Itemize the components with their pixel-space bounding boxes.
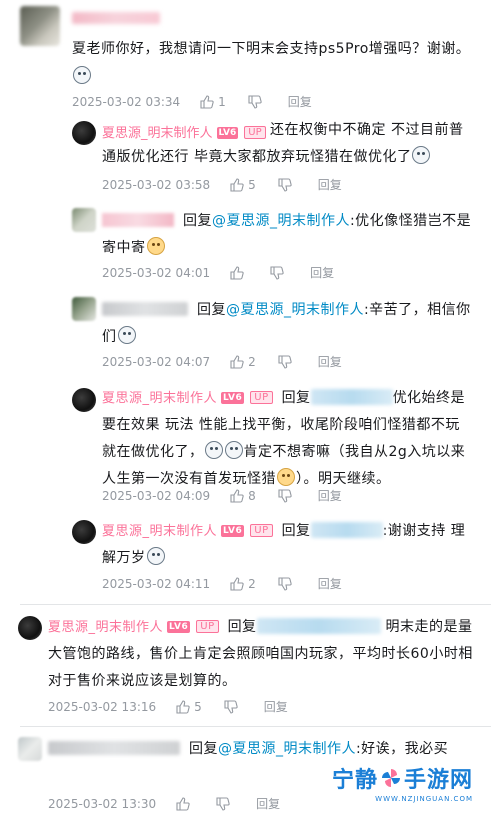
- level-badge: LV6: [221, 392, 245, 404]
- reply-meta: 2025-03-02 03:58 5 回复: [102, 176, 342, 193]
- reply-button[interactable]: 回复: [288, 93, 312, 110]
- reply-avatar[interactable]: [72, 520, 96, 544]
- thumb-down-icon: [248, 94, 262, 109]
- thumb-down-icon: [270, 265, 284, 280]
- reply-button[interactable]: 回复: [264, 698, 288, 715]
- thumb-down-icon: [278, 177, 292, 192]
- like-count: 1: [218, 94, 226, 109]
- emoji-icon: [146, 237, 165, 255]
- reply-meta: 2025-03-02 04:01 回复: [102, 264, 335, 281]
- up-badge: UP: [250, 524, 273, 537]
- username-redacted[interactable]: [256, 618, 381, 634]
- thumb-down-icon: [278, 354, 292, 369]
- emoji-icon: [204, 441, 223, 459]
- comment-meta: 2025-03-02 03:34 1 回复: [72, 93, 312, 110]
- comment-meta: 2025-03-02 13:16 5 回复: [48, 698, 288, 715]
- reply-avatar[interactable]: [18, 737, 42, 761]
- watermark-title: 宁静 手游网: [331, 768, 473, 793]
- reply-text: 夏思源_明末制作人 LV6 UP 回复 优化始终是要在效果 玩法 性能上找平衡，收尾阶…: [102, 389, 466, 487]
- like-button[interactable]: 5: [230, 178, 256, 192]
- watermark-url: WWW.NZJINGUAN.COM: [375, 795, 473, 803]
- username-redacted[interactable]: [310, 522, 383, 538]
- username-redacted[interactable]: [310, 389, 393, 405]
- thumb-up-icon: [230, 177, 244, 192]
- username-redacted[interactable]: [72, 12, 160, 24]
- reply-avatar[interactable]: [18, 616, 42, 640]
- comment-text: 回复@夏思源_明末制作人:好诶，我必买: [48, 736, 468, 763]
- comment-text: 夏老师你好，我想请问一下明末会支持ps5Pro增强吗？谢谢。: [72, 41, 471, 57]
- reply-button[interactable]: 回复: [318, 487, 342, 504]
- username-redacted[interactable]: [102, 213, 174, 227]
- dislike-button[interactable]: [278, 354, 296, 369]
- emoji-icon: [117, 326, 136, 344]
- emoji-icon: [73, 66, 91, 84]
- mention-link[interactable]: @夏思源_明末制作人: [226, 302, 364, 318]
- up-badge: UP: [250, 391, 273, 404]
- reply-meta: 2025-03-02 04:11 2 回复: [102, 575, 342, 592]
- emoji-icon: [412, 146, 431, 164]
- reply-avatar[interactable]: [72, 208, 96, 232]
- comment-time: 2025-03-02 03:34: [72, 94, 181, 109]
- emoji-icon: [277, 468, 295, 486]
- like-button[interactable]: 2: [230, 355, 256, 369]
- thumb-up-icon: [176, 699, 190, 714]
- like-button[interactable]: 5: [176, 700, 202, 714]
- like-button[interactable]: 2: [230, 577, 256, 591]
- reply-avatar[interactable]: [72, 388, 96, 412]
- emoji-icon: [224, 441, 243, 459]
- thumb-up-icon: [230, 354, 244, 369]
- reply-meta: 2025-03-02 04:09 8 回复: [102, 487, 342, 504]
- dislike-button[interactable]: [278, 576, 296, 591]
- like-button[interactable]: 8: [230, 489, 256, 503]
- emoji-icon: [146, 547, 165, 565]
- comment-text: 夏思源_明末制作人 LV6 UP 回复 明末走的是量大管饱的路线，售价上肯定会照顾咱…: [48, 618, 473, 689]
- mention-link[interactable]: @夏思源_明末制作人: [212, 213, 350, 229]
- thumb-up-icon: [230, 576, 244, 591]
- like-button[interactable]: [230, 265, 248, 280]
- reply-text: 回复@夏思源_明末制作人:辛苦了，相信你们: [102, 302, 471, 345]
- reply-button[interactable]: 回复: [318, 575, 342, 592]
- pinwheel-logo-icon: [381, 769, 400, 787]
- like-button[interactable]: 1: [200, 95, 226, 109]
- divider: [20, 604, 491, 605]
- username-redacted[interactable]: [48, 741, 180, 755]
- reply-text: 回复@夏思源_明末制作人:优化像怪猎岂不是寄中寄: [102, 213, 472, 256]
- thumb-up-icon: [230, 488, 244, 503]
- dislike-button[interactable]: [216, 796, 234, 811]
- reply-meta: 2025-03-02 04:07 2 回复: [102, 353, 342, 370]
- dislike-button[interactable]: [278, 177, 296, 192]
- comment-meta: 2025-03-02 13:30 回复: [48, 795, 281, 812]
- level-badge: LV6: [167, 621, 191, 633]
- thumb-up-icon: [230, 265, 244, 280]
- divider: [20, 726, 491, 727]
- thumb-up-icon: [200, 94, 214, 109]
- user-avatar[interactable]: [20, 6, 60, 46]
- thumb-down-icon: [278, 488, 292, 503]
- up-badge: UP: [196, 620, 219, 633]
- thumb-down-icon: [278, 576, 292, 591]
- username-redacted[interactable]: [102, 302, 188, 316]
- dislike-button[interactable]: [224, 699, 242, 714]
- reply-button[interactable]: 回复: [318, 353, 342, 370]
- dislike-button[interactable]: [248, 94, 266, 109]
- reply-button[interactable]: 回复: [318, 176, 342, 193]
- like-button[interactable]: [176, 796, 194, 811]
- thumb-down-icon: [216, 796, 230, 811]
- reply-text: 还在权衡中不确定 不过目前普通版优化还行 毕竟大家都放弃玩怪猎在做优化了: [102, 122, 464, 165]
- dislike-button[interactable]: [270, 265, 288, 280]
- reply-button[interactable]: 回复: [310, 264, 334, 281]
- level-badge: LV6: [221, 525, 245, 537]
- reply-avatar[interactable]: [72, 121, 96, 145]
- dislike-button[interactable]: [278, 488, 296, 503]
- reply-text: 夏思源_明末制作人 LV6 UP 回复:谢谢支持 理解万岁: [102, 522, 466, 566]
- thumb-up-icon: [176, 796, 190, 811]
- mention-link[interactable]: @夏思源_明末制作人: [218, 741, 356, 757]
- reply-avatar[interactable]: [72, 297, 96, 321]
- thumb-down-icon: [224, 699, 238, 714]
- watermark: 宁静 手游网 WWW.NZJINGUAN.COM: [332, 762, 473, 803]
- reply-button[interactable]: 回复: [256, 795, 280, 812]
